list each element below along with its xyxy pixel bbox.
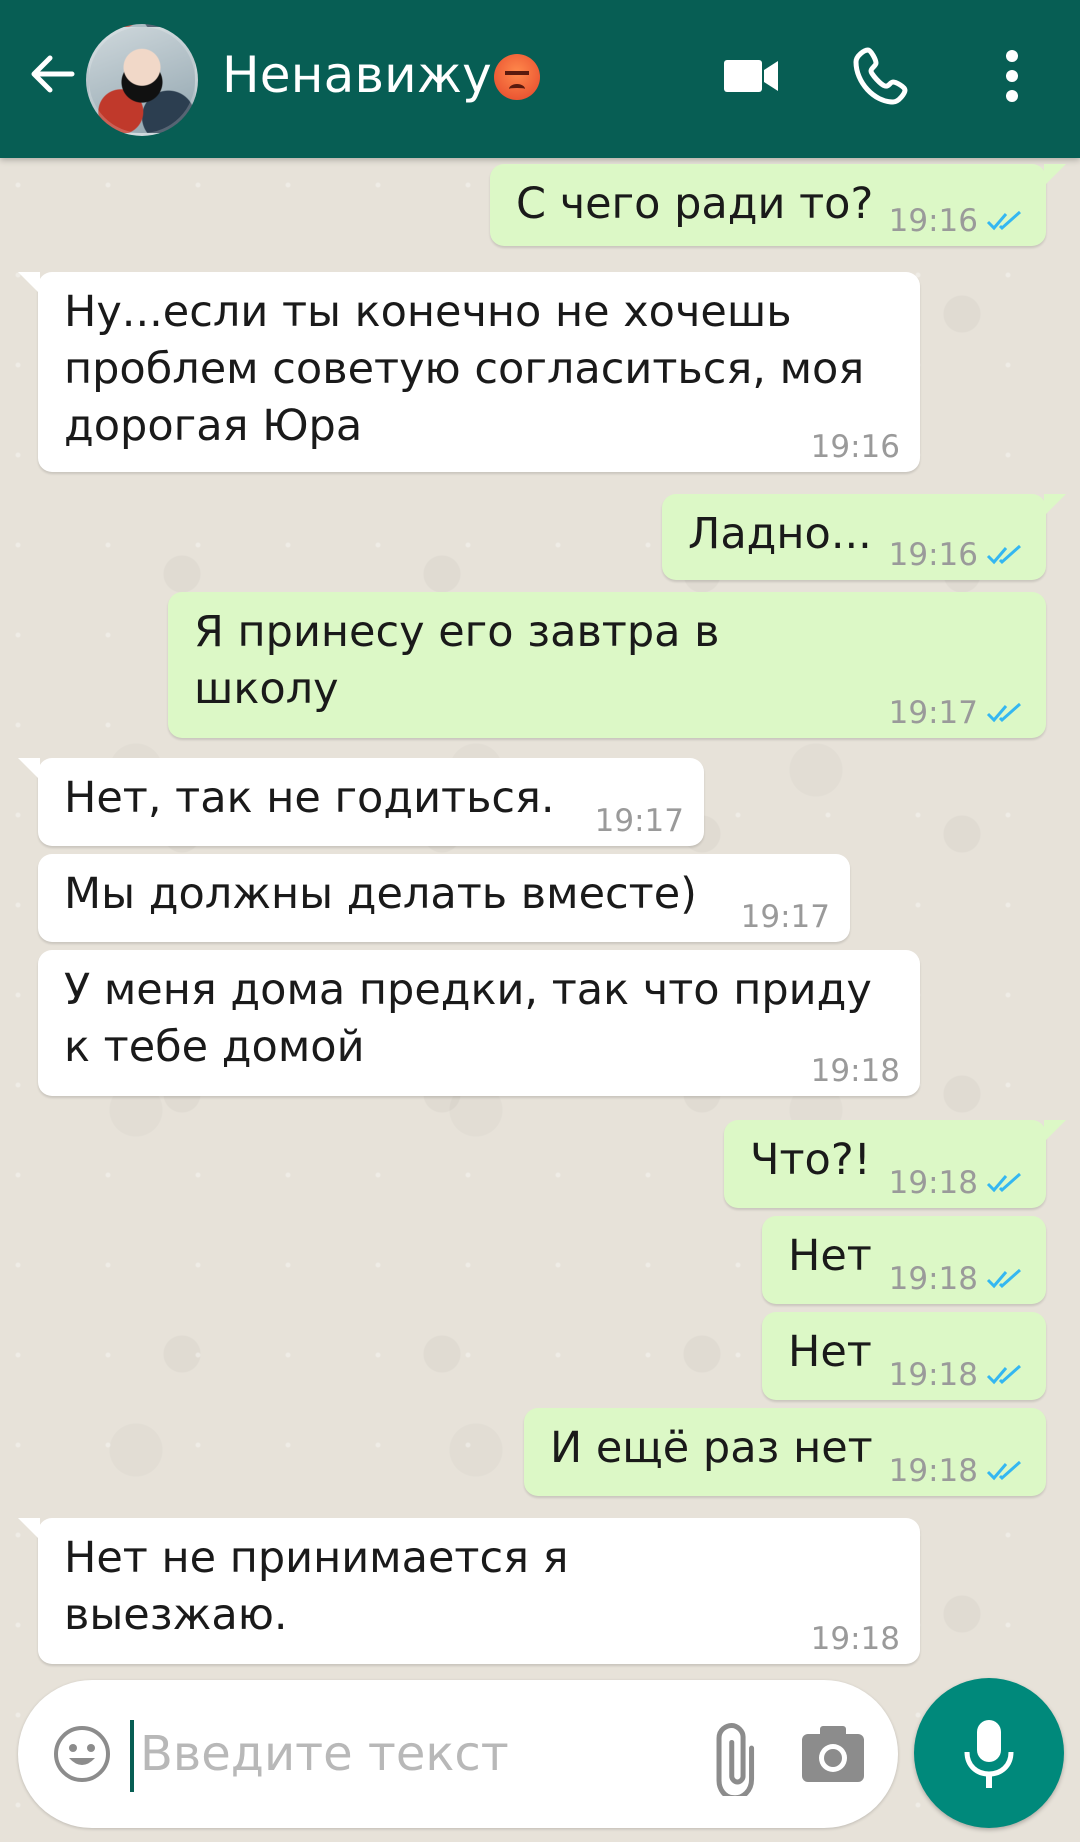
message-text: Мы должны делать вместе) (64, 869, 697, 919)
message-meta: 19:16 (889, 204, 1026, 238)
contact-name-text: Ненавижу (222, 46, 492, 104)
message-text: У меня дома предки, так что приду к тебе… (64, 965, 872, 1072)
message-text: И ещё раз нет (550, 1423, 873, 1473)
message-meta: 19:18 (889, 1166, 1026, 1200)
video-call-icon[interactable] (720, 44, 784, 108)
message-outgoing[interactable]: И ещё раз нет 19:18 (524, 1408, 1046, 1496)
double-check-icon (986, 702, 1021, 723)
message-text: С чего ради то? (516, 179, 874, 229)
message-meta: 19:17 (741, 900, 830, 934)
message-text: Нет (788, 1231, 872, 1281)
message-time: 19:17 (888, 695, 978, 731)
message-text: Что?! (750, 1135, 871, 1185)
message-meta: 19:18 (811, 1054, 900, 1088)
message-meta: 19:18 (889, 1358, 1026, 1392)
message-meta: 19:18 (889, 1454, 1026, 1488)
message-time: 19:16 (888, 203, 978, 239)
message-time: 19:18 (888, 1453, 978, 1489)
message-meta: 19:17 (889, 696, 1026, 730)
message-outgoing[interactable]: Нет 19:18 (762, 1312, 1046, 1400)
emoji-icon[interactable] (50, 1722, 114, 1786)
microphone-icon (964, 1720, 1014, 1788)
message-time: 19:18 (810, 1621, 900, 1657)
more-vert-icon[interactable] (988, 44, 1052, 108)
double-check-icon (986, 1268, 1021, 1289)
camera-icon[interactable] (798, 1722, 868, 1786)
message-meta: 19:16 (889, 538, 1026, 572)
message-list[interactable]: С чего ради то? 19:16 Ну...если ты конеч… (0, 158, 1080, 1678)
message-meta: 19:18 (889, 1262, 1026, 1296)
message-text: Ну...если ты конечно не хочешь проблем с… (64, 287, 865, 451)
double-check-icon (986, 544, 1021, 565)
double-check-icon (986, 210, 1021, 231)
message-time: 19:18 (888, 1165, 978, 1201)
message-incoming[interactable]: У меня дома предки, так что приду к тебе… (38, 950, 920, 1096)
double-check-icon (986, 1172, 1021, 1193)
message-outgoing[interactable]: С чего ради то? 19:16 (490, 164, 1066, 246)
mic-button[interactable] (914, 1678, 1064, 1828)
chat-header: Ненавижу (0, 0, 1080, 158)
message-outgoing[interactable]: Ладно... 19:16 (662, 494, 1066, 580)
message-incoming[interactable]: Нет, так не годиться. 19:17 (18, 758, 704, 846)
message-time: 19:17 (594, 803, 684, 839)
message-time: 19:16 (888, 537, 978, 573)
message-incoming[interactable]: Ну...если ты конечно не хочешь проблем с… (18, 272, 920, 472)
message-text: Я принесу его завтра в школу (194, 607, 720, 714)
message-meta: 19:17 (595, 804, 684, 838)
message-time: 19:18 (888, 1357, 978, 1393)
message-text: Нет, так не годиться. (64, 773, 555, 823)
message-outgoing[interactable]: Я принесу его завтра в школу 19:17 (168, 592, 1046, 738)
text-cursor (130, 1720, 134, 1792)
message-input[interactable]: Введите текст (140, 1726, 509, 1782)
message-meta: 19:16 (811, 430, 900, 464)
angry-face-icon (493, 54, 540, 100)
message-text: Нет (788, 1327, 872, 1377)
message-text: Нет не принимается я выезжаю. (64, 1533, 569, 1640)
phone-icon[interactable] (850, 44, 914, 108)
message-time: 19:17 (740, 899, 830, 935)
double-check-icon (986, 1364, 1021, 1385)
message-composer: Введите текст (18, 1680, 898, 1828)
message-outgoing[interactable]: Что?! 19:18 (724, 1120, 1066, 1208)
message-time: 19:18 (810, 1053, 900, 1089)
message-time: 19:16 (810, 429, 900, 465)
message-outgoing[interactable]: Нет 19:18 (762, 1216, 1046, 1304)
message-meta: 19:18 (811, 1622, 900, 1656)
double-check-icon (986, 1460, 1021, 1481)
paperclip-icon[interactable] (698, 1720, 774, 1801)
message-time: 19:18 (888, 1261, 978, 1297)
message-incoming[interactable]: Нет не принимается я выезжаю. 19:18 (18, 1518, 920, 1664)
message-text: Ладно... (688, 509, 872, 559)
contact-name[interactable]: Ненавижу (222, 46, 540, 104)
message-incoming[interactable]: Мы должны делать вместе) 19:17 (38, 854, 850, 942)
avatar[interactable] (86, 24, 198, 136)
back-arrow-icon[interactable] (22, 44, 82, 104)
